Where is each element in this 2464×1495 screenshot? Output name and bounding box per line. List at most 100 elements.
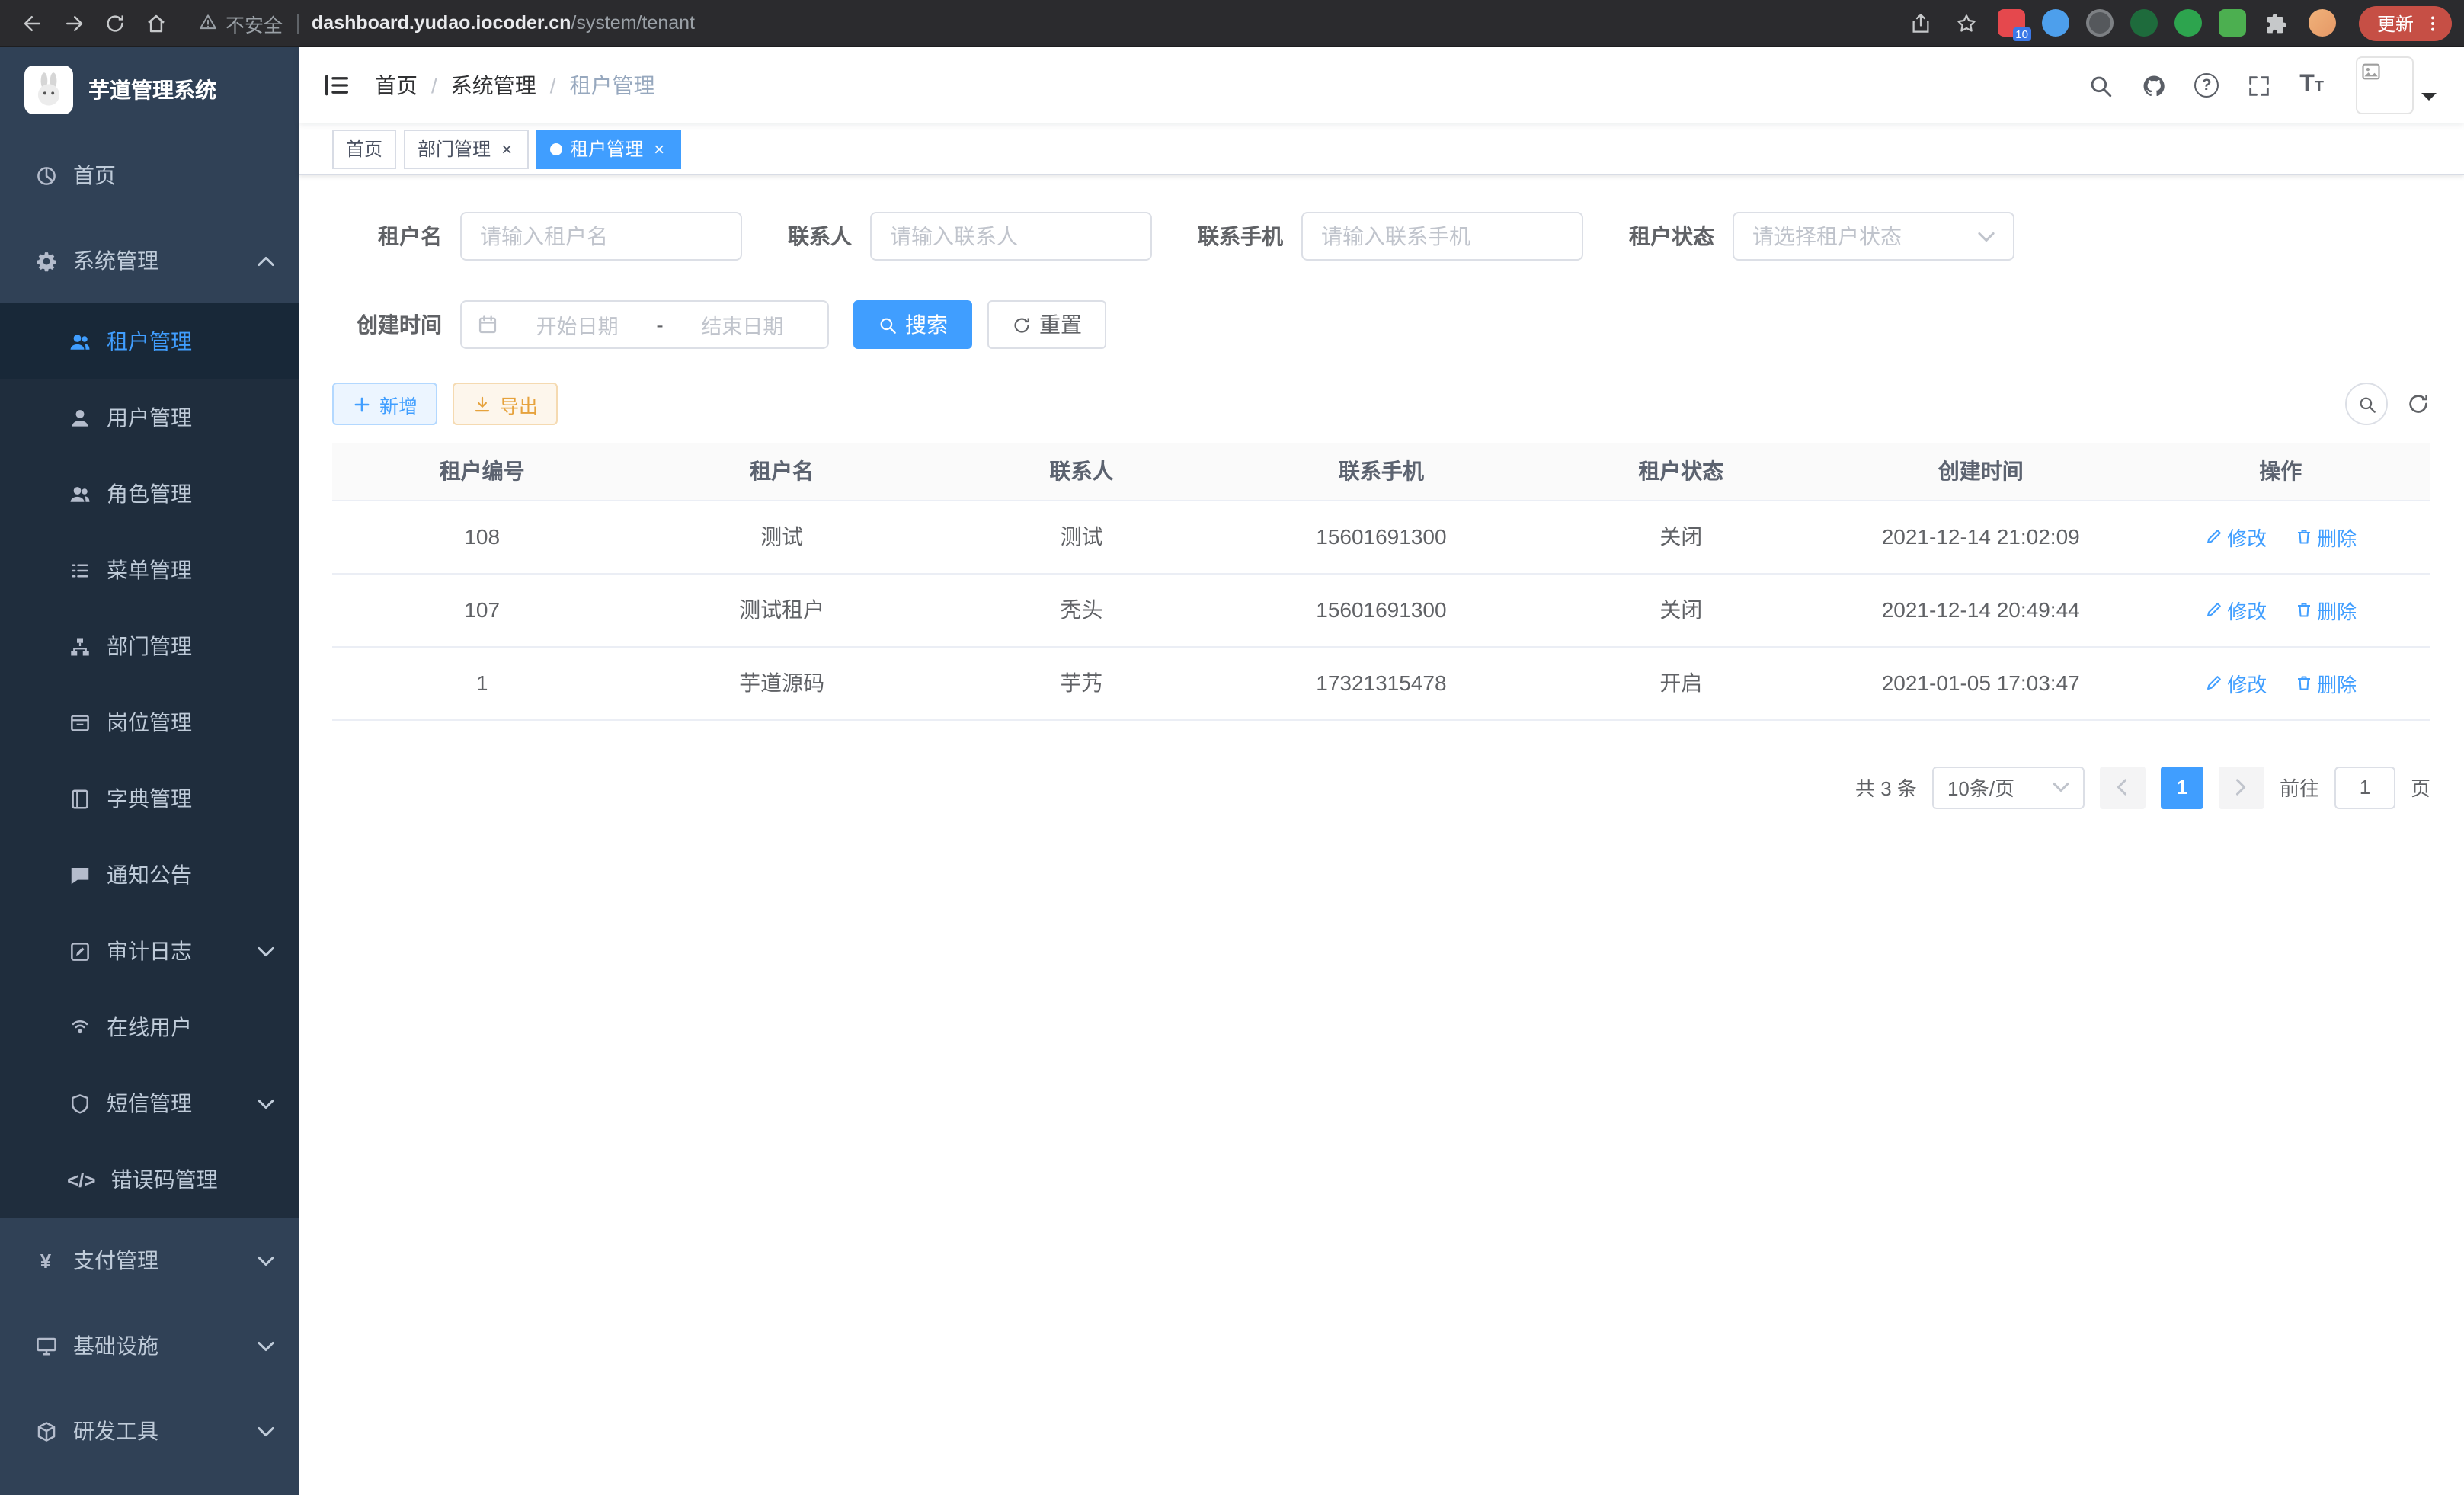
phone-input[interactable] xyxy=(1321,224,1563,248)
sidebar-item-dict[interactable]: 字典管理 xyxy=(0,760,299,837)
sidebar-item-infra[interactable]: 基础设施 xyxy=(0,1303,299,1388)
sidebar-item-tenant[interactable]: 租户管理 xyxy=(0,303,299,379)
top-navbar: 首页 / 系统管理 / 租户管理 ? TT xyxy=(299,47,2464,123)
sidebar-item-sms[interactable]: 短信管理 xyxy=(0,1065,299,1141)
extension-icon[interactable]: 10 xyxy=(1998,9,2025,37)
browser-reload-button[interactable] xyxy=(94,5,136,41)
github-icon[interactable] xyxy=(2127,72,2181,98)
add-button[interactable]: 新增 xyxy=(332,383,437,425)
browser-back-button[interactable] xyxy=(12,5,53,41)
status-select-placeholder: 请选择租户状态 xyxy=(1752,221,1902,251)
extension-icon[interactable] xyxy=(2219,9,2246,37)
delete-button[interactable]: 删除 xyxy=(2294,668,2357,697)
close-icon[interactable]: × xyxy=(651,138,667,159)
menu-list-icon xyxy=(67,559,91,581)
tag-home[interactable]: 首页 xyxy=(332,129,396,168)
sidebar: 芋道管理系统 首页 系统管理 租户管理 用户管理 xyxy=(0,47,299,1495)
browser-toolbar: 不安全 dashboard.yudao.iocoder.cn /system/t… xyxy=(0,0,2464,47)
chevron-down-icon xyxy=(258,1098,274,1109)
extension-icon[interactable] xyxy=(2086,9,2114,37)
close-icon[interactable]: × xyxy=(498,138,515,159)
sidebar-item-user[interactable]: 用户管理 xyxy=(0,379,299,456)
font-size-icon[interactable]: TT xyxy=(2286,72,2338,99)
export-button[interactable]: 导出 xyxy=(453,383,558,425)
edit-button[interactable]: 修改 xyxy=(2204,522,2267,551)
share-button[interactable] xyxy=(1900,5,1941,41)
sidebar-item-audit-log[interactable]: 审计日志 xyxy=(0,913,299,989)
caret-down-icon xyxy=(2421,93,2437,108)
badge-icon xyxy=(67,711,91,734)
breadcrumb-current: 租户管理 xyxy=(570,70,655,101)
create-time-range-picker[interactable]: 开始日期 - 结束日期 xyxy=(460,300,829,349)
roles-icon xyxy=(67,482,91,505)
extension-icon[interactable] xyxy=(2130,9,2158,37)
delete-button[interactable]: 删除 xyxy=(2294,595,2357,624)
extension-icon[interactable] xyxy=(2174,9,2202,37)
fullscreen-icon[interactable] xyxy=(2232,72,2286,98)
hamburger-icon[interactable] xyxy=(299,70,375,101)
sidebar-item-system[interactable]: 系统管理 xyxy=(0,218,299,303)
status-badge: 开启 xyxy=(1531,646,1831,719)
shield-icon xyxy=(67,1092,91,1115)
browser-actions: 10 更新 xyxy=(1900,5,2452,41)
sidebar-item-payment[interactable]: ¥ 支付管理 xyxy=(0,1218,299,1303)
trash-icon xyxy=(2294,527,2312,546)
sidebar-item-online-user[interactable]: 在线用户 xyxy=(0,989,299,1065)
refresh-table-button[interactable] xyxy=(2406,392,2430,416)
tenant-name-input[interactable] xyxy=(480,224,722,248)
sidebar-item-devtools[interactable]: 研发工具 xyxy=(0,1388,299,1474)
toggle-search-button[interactable] xyxy=(2345,383,2388,425)
col-tenant-id: 租户编号 xyxy=(332,443,632,500)
edit-button[interactable]: 修改 xyxy=(2204,668,2267,697)
edit-button[interactable]: 修改 xyxy=(2204,595,2267,624)
phone-input-wrap xyxy=(1301,212,1583,261)
update-label: 更新 xyxy=(2377,10,2414,36)
help-icon[interactable]: ? xyxy=(2181,73,2232,98)
address-bar[interactable]: 不安全 dashboard.yudao.iocoder.cn /system/t… xyxy=(198,5,1885,41)
profile-avatar[interactable] xyxy=(2309,9,2336,37)
search-button[interactable]: 搜索 xyxy=(853,300,972,349)
page-number-1[interactable]: 1 xyxy=(2161,766,2203,808)
user-avatar-menu[interactable] xyxy=(2356,56,2437,114)
tenant-name-label: 租户名 xyxy=(332,221,442,251)
tenant-name-input-wrap xyxy=(460,212,742,261)
sidebar-item-notice[interactable]: 通知公告 xyxy=(0,837,299,913)
browser-menu-icon[interactable] xyxy=(2423,13,2443,33)
sidebar-item-home[interactable]: 首页 xyxy=(0,133,299,218)
extension-badge: 10 xyxy=(2012,27,2031,41)
header-search-icon[interactable] xyxy=(2074,72,2127,98)
tag-tenant[interactable]: 租户管理 × xyxy=(536,129,681,168)
col-contact: 联系人 xyxy=(932,443,1231,500)
sidebar-item-error-code[interactable]: </> 错误码管理 xyxy=(0,1141,299,1218)
bookmark-star-button[interactable] xyxy=(1946,5,1987,41)
pencil-icon xyxy=(2204,600,2222,619)
reset-button[interactable]: 重置 xyxy=(987,300,1106,349)
sidebar-item-dept[interactable]: 部门管理 xyxy=(0,608,299,684)
status-select[interactable]: 请选择租户状态 xyxy=(1733,212,2014,261)
extension-icon[interactable] xyxy=(2042,9,2069,37)
tag-dept[interactable]: 部门管理 × xyxy=(404,129,529,168)
app-logo[interactable]: 芋道管理系统 xyxy=(0,47,299,133)
breadcrumb-separator: / xyxy=(431,73,437,98)
extensions-puzzle-button[interactable] xyxy=(2257,5,2298,41)
sidebar-item-post[interactable]: 岗位管理 xyxy=(0,684,299,760)
browser-home-button[interactable] xyxy=(136,5,177,41)
date-separator: - xyxy=(656,312,663,337)
page-unit-label: 页 xyxy=(2411,773,2430,802)
sidebar-item-role[interactable]: 角色管理 xyxy=(0,456,299,532)
url-path: /system/tenant xyxy=(571,12,695,34)
browser-forward-button[interactable] xyxy=(53,5,94,41)
page-size-select[interactable]: 10条/页 xyxy=(1932,766,2085,808)
dictionary-icon xyxy=(67,787,91,810)
breadcrumb-home[interactable]: 首页 xyxy=(375,70,418,101)
prev-page-button[interactable] xyxy=(2100,766,2146,808)
goto-page-input[interactable] xyxy=(2334,766,2395,808)
chevron-left-icon xyxy=(2114,782,2131,792)
tags-view: 首页 部门管理 × 租户管理 × xyxy=(299,123,2464,175)
next-page-button[interactable] xyxy=(2219,766,2264,808)
update-button[interactable]: 更新 xyxy=(2359,5,2452,40)
breadcrumb-system[interactable]: 系统管理 xyxy=(451,70,536,101)
sidebar-item-menu[interactable]: 菜单管理 xyxy=(0,532,299,608)
delete-button[interactable]: 删除 xyxy=(2294,522,2357,551)
contact-input[interactable] xyxy=(890,224,1132,248)
